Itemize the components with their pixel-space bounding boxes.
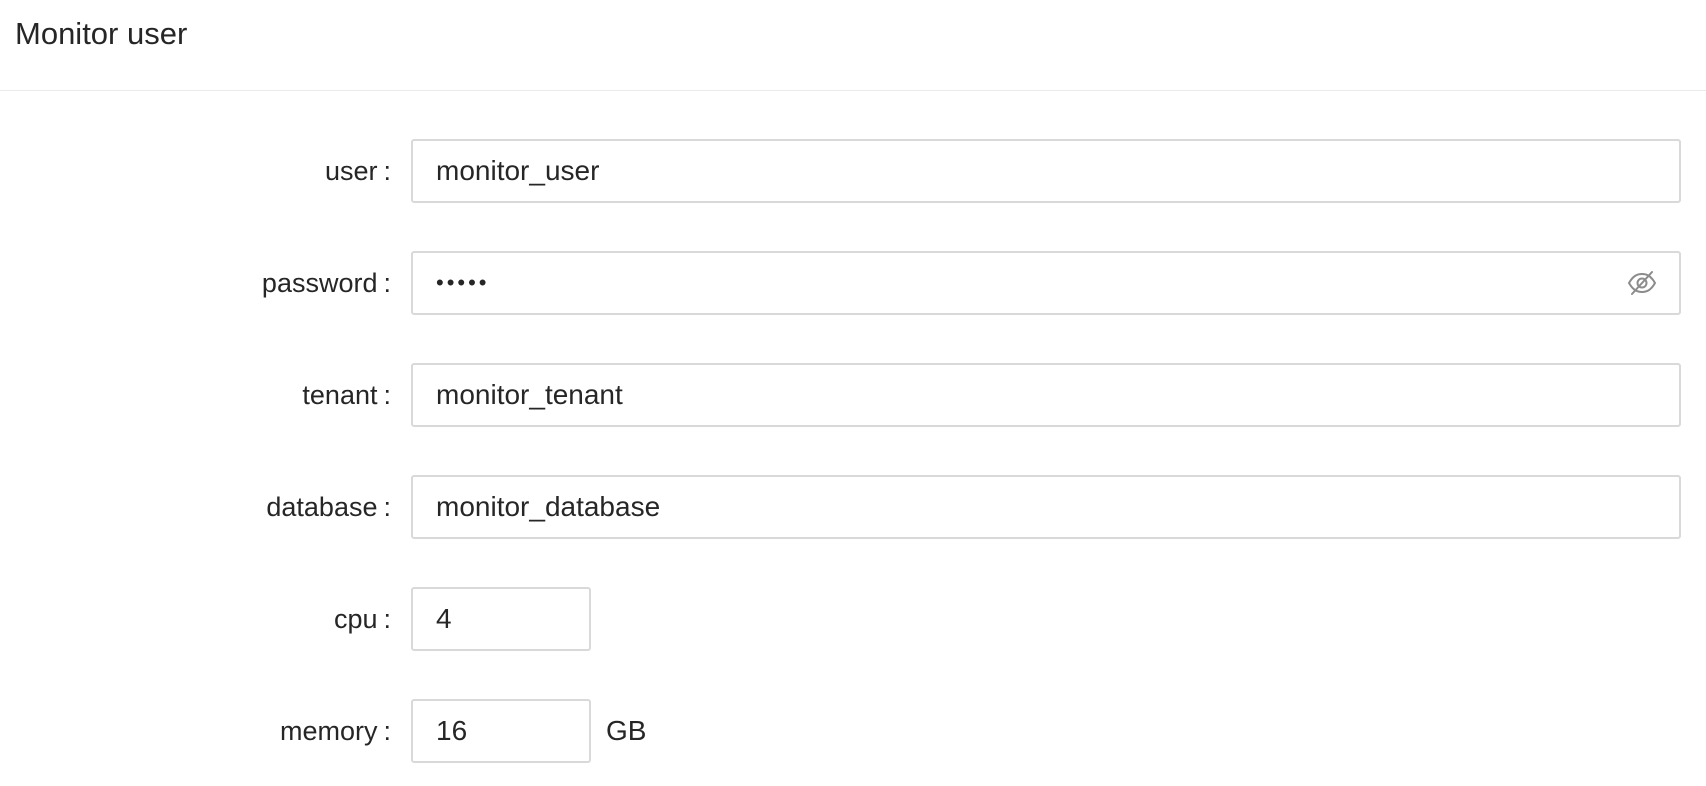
memory-input-value: 16 bbox=[436, 715, 468, 746]
memory-unit-suffix: GB bbox=[606, 715, 647, 746]
form-row-database: database: monitor_database bbox=[0, 475, 1706, 539]
database-input[interactable]: monitor_database bbox=[411, 475, 1681, 539]
form-row-memory: memory: 16 GB bbox=[0, 699, 1706, 763]
tenant-label: tenant: bbox=[302, 363, 391, 427]
label-colon: : bbox=[383, 380, 391, 410]
label-colon: : bbox=[383, 268, 391, 298]
form-row-tenant: tenant: monitor_tenant bbox=[0, 363, 1706, 427]
cpu-input-value: 4 bbox=[436, 603, 452, 634]
page-title: Monitor user bbox=[15, 16, 188, 51]
form-row-password: password: ••••• bbox=[0, 251, 1706, 315]
label-colon: : bbox=[383, 604, 391, 634]
memory-label-text: memory bbox=[279, 716, 378, 746]
user-label-text: user bbox=[324, 156, 378, 186]
database-label-text: database bbox=[266, 492, 378, 522]
user-input[interactable]: monitor_user bbox=[411, 139, 1681, 203]
form-row-cpu: cpu: 4 bbox=[0, 587, 1706, 651]
form-row-user: user: monitor_user bbox=[0, 139, 1706, 203]
label-colon: : bbox=[383, 156, 391, 186]
password-label-text: password bbox=[261, 268, 378, 298]
monitor-user-card: Monitor user user: monitor_user password… bbox=[0, 0, 1706, 786]
database-label: database: bbox=[266, 475, 391, 539]
password-input-value: ••••• bbox=[436, 270, 490, 295]
cpu-input[interactable]: 4 bbox=[411, 587, 591, 651]
cpu-label-text: cpu bbox=[333, 604, 378, 634]
database-input-value: monitor_database bbox=[436, 491, 661, 522]
tenant-label-text: tenant bbox=[302, 380, 378, 410]
cpu-label: cpu: bbox=[334, 587, 391, 651]
user-input-value: monitor_user bbox=[436, 155, 600, 186]
tenant-input[interactable]: monitor_tenant bbox=[411, 363, 1681, 427]
user-label: user: bbox=[325, 139, 391, 203]
card-header: Monitor user bbox=[0, 0, 1706, 91]
memory-input[interactable]: 16 bbox=[411, 699, 591, 763]
label-colon: : bbox=[383, 716, 391, 746]
eye-slash-icon[interactable] bbox=[1627, 269, 1657, 297]
label-colon: : bbox=[383, 492, 391, 522]
password-label: password: bbox=[262, 251, 391, 315]
password-input[interactable]: ••••• bbox=[411, 251, 1681, 315]
memory-label: memory: bbox=[280, 699, 391, 763]
tenant-input-value: monitor_tenant bbox=[436, 379, 623, 410]
